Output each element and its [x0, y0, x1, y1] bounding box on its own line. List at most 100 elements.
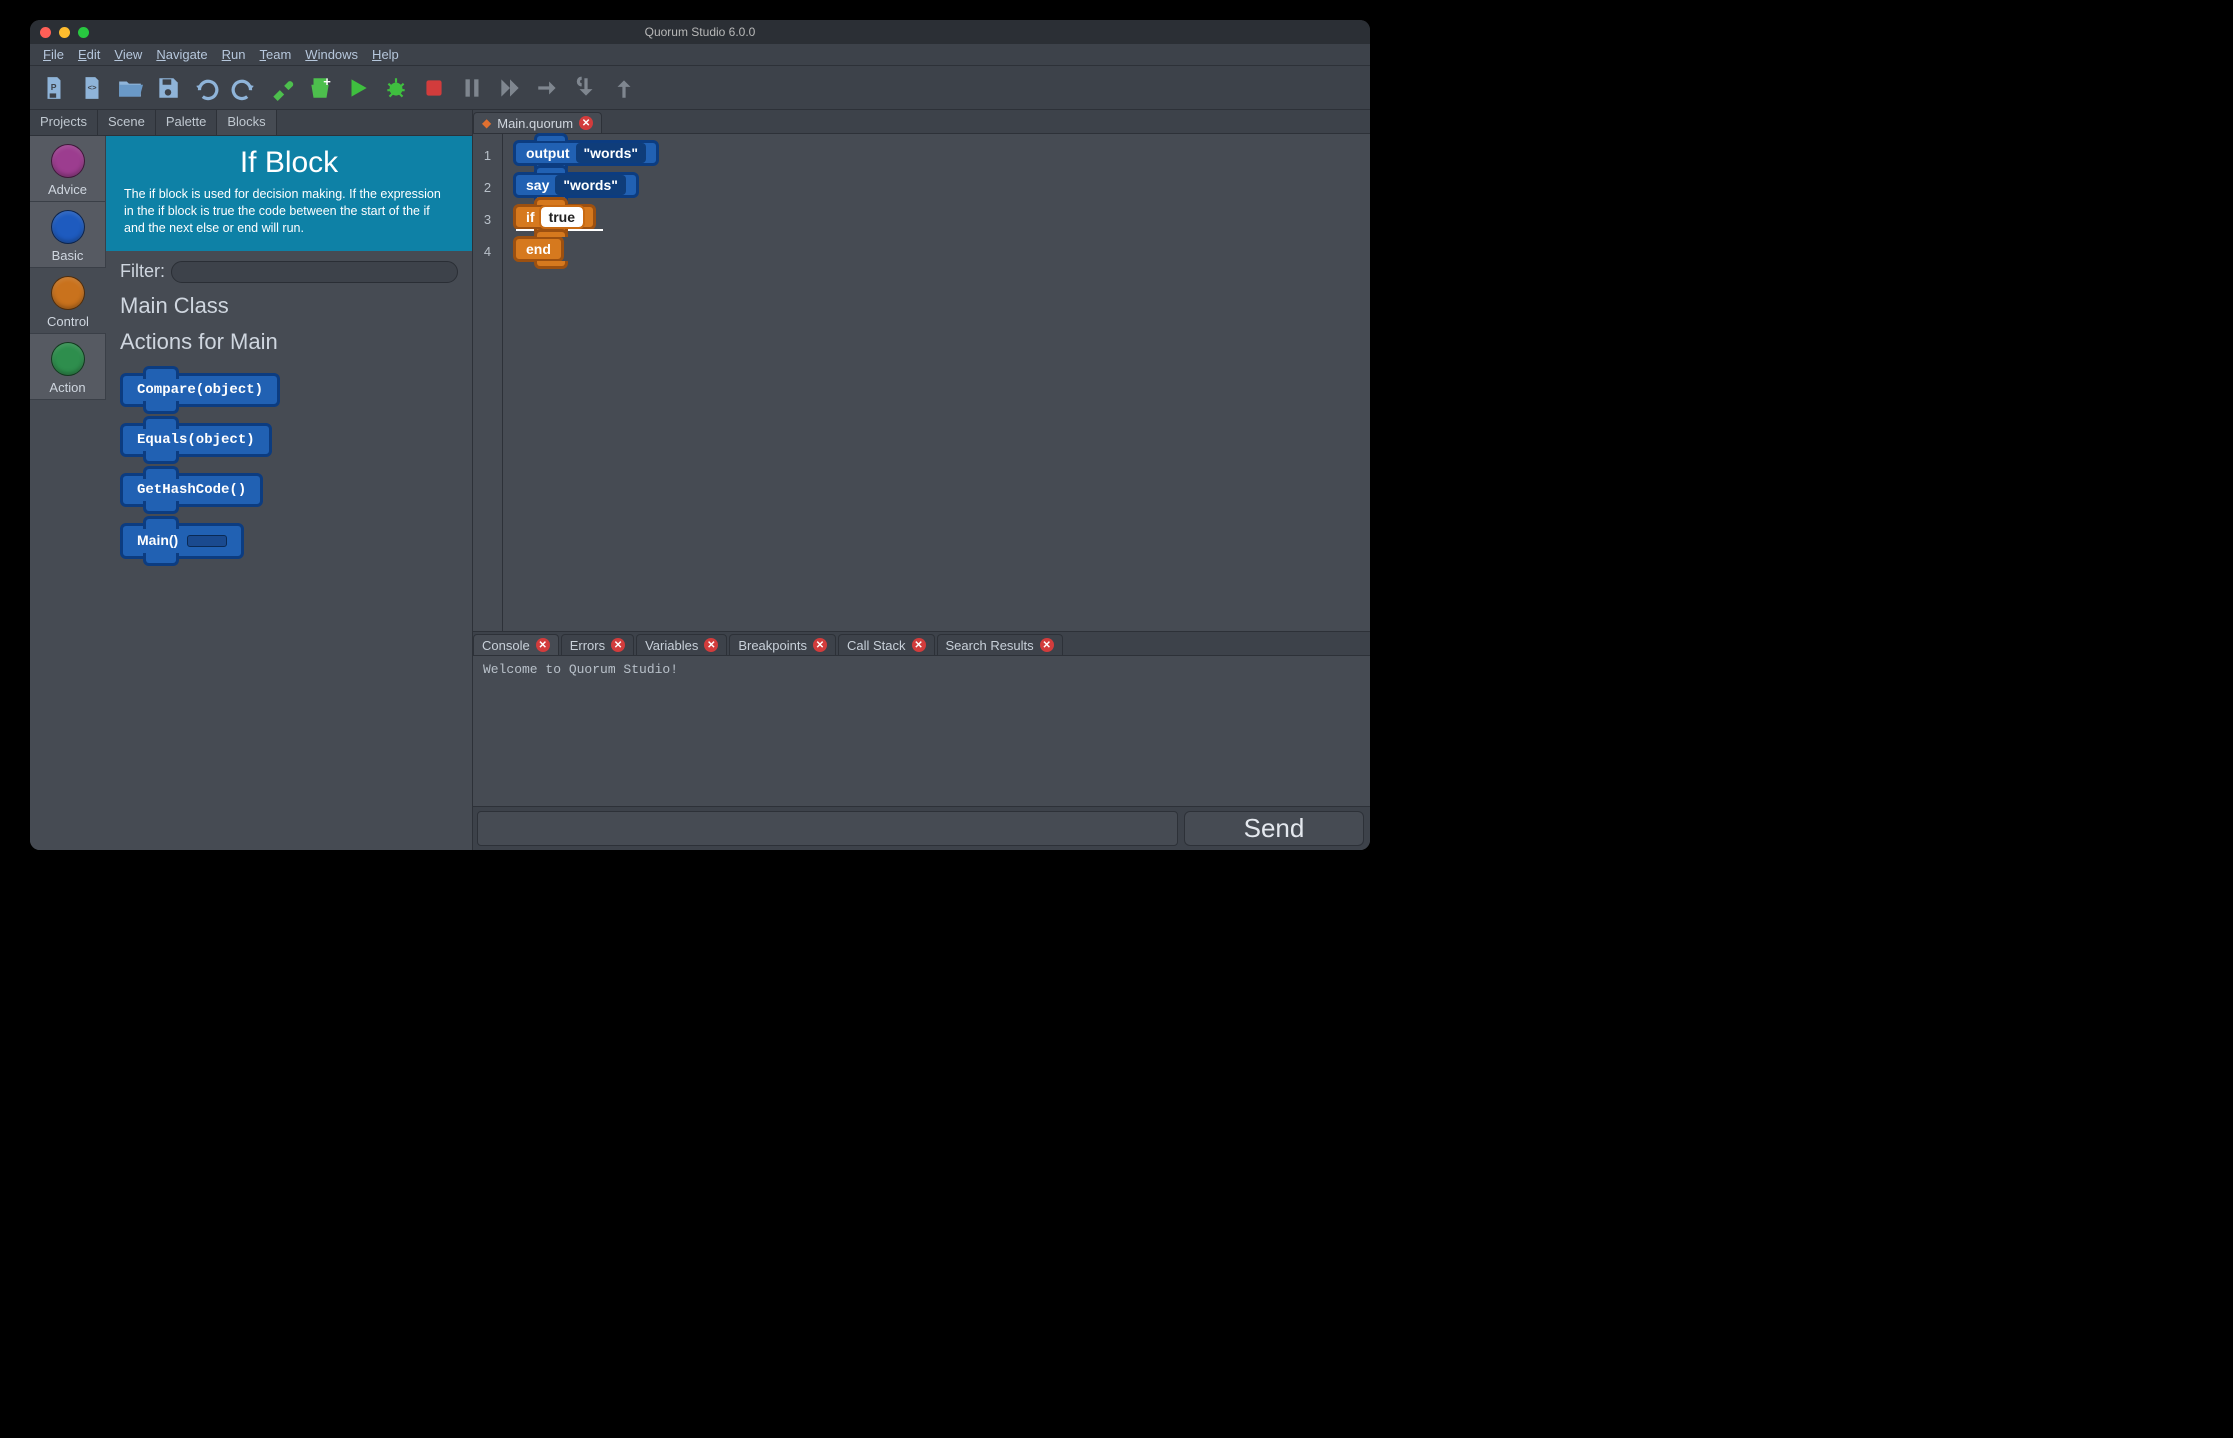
window-title: Quorum Studio 6.0.0	[30, 25, 1370, 39]
block-value[interactable]: "words"	[576, 143, 647, 163]
build-icon[interactable]	[268, 74, 296, 102]
open-folder-icon[interactable]	[116, 74, 144, 102]
toolbar: P <> +	[30, 66, 1370, 110]
tab-projects[interactable]: Projects	[30, 110, 98, 135]
undo-icon[interactable]	[192, 74, 220, 102]
close-icon[interactable]: ✕	[912, 638, 926, 652]
stop-icon[interactable]	[420, 74, 448, 102]
close-icon[interactable]: ✕	[536, 638, 550, 652]
step-out-icon[interactable]	[610, 74, 638, 102]
step-over-icon[interactable]	[534, 74, 562, 102]
category-label: Control	[47, 314, 89, 329]
editor-tabs: ◆ Main.quorum ✕	[473, 110, 1370, 134]
line-number: 4	[473, 236, 502, 268]
action-block-compare[interactable]: Compare(object)	[120, 373, 280, 407]
new-project-icon[interactable]: P	[40, 74, 68, 102]
zoom-window-icon[interactable]	[78, 27, 89, 38]
menu-view[interactable]: View	[107, 45, 149, 64]
traffic-lights	[30, 27, 89, 38]
line-number: 1	[473, 140, 502, 172]
block-output[interactable]: output "words"	[513, 140, 659, 166]
category-label: Action	[49, 380, 85, 395]
new-file-icon[interactable]: <>	[78, 74, 106, 102]
close-icon[interactable]: ✕	[611, 638, 625, 652]
step-into-icon[interactable]	[572, 74, 600, 102]
tab-palette[interactable]: Palette	[156, 110, 217, 135]
bottom-tab-label: Call Stack	[847, 638, 906, 653]
close-icon[interactable]: ✕	[1040, 638, 1054, 652]
left-panel-tabs: Projects Scene Palette Blocks	[30, 110, 472, 136]
run-icon[interactable]	[344, 74, 372, 102]
console-input[interactable]	[477, 811, 1178, 846]
send-button[interactable]: Send	[1184, 811, 1364, 846]
line-number: 2	[473, 172, 502, 204]
save-icon[interactable]	[154, 74, 182, 102]
bottom-tab-call-stack[interactable]: Call Stack ✕	[838, 634, 935, 655]
category-control[interactable]: Control	[30, 268, 106, 334]
redo-icon[interactable]	[230, 74, 258, 102]
debug-icon[interactable]	[382, 74, 410, 102]
menu-help[interactable]: Help	[365, 45, 406, 64]
bottom-tab-label: Errors	[570, 638, 605, 653]
menu-edit[interactable]: Edit	[71, 45, 107, 64]
menubar: File Edit View Navigate Run Team Windows…	[30, 44, 1370, 66]
titlebar: Quorum Studio 6.0.0	[30, 20, 1370, 44]
block-end[interactable]: end	[513, 236, 564, 262]
line-gutter: 1 2 3 4	[473, 134, 503, 631]
bottom-tab-search-results[interactable]: Search Results ✕	[937, 634, 1063, 655]
action-block-gethashcode[interactable]: GetHashCode()	[120, 473, 263, 507]
menu-team[interactable]: Team	[253, 45, 299, 64]
info-text: The if block is used for decision making…	[124, 186, 454, 237]
close-tab-icon[interactable]: ✕	[579, 116, 593, 130]
pause-icon[interactable]	[458, 74, 486, 102]
tab-blocks[interactable]: Blocks	[217, 110, 276, 135]
svg-text:+: +	[323, 75, 331, 89]
main-body: Projects Scene Palette Blocks Advice Bas…	[30, 110, 1370, 850]
minimize-window-icon[interactable]	[59, 27, 70, 38]
palette-body: If Block The if block is used for decisi…	[106, 136, 472, 850]
heading-actions-for-main: Actions for Main	[120, 329, 458, 355]
category-label: Basic	[52, 248, 84, 263]
bottom-tab-breakpoints[interactable]: Breakpoints ✕	[729, 634, 836, 655]
filter-row: Filter:	[120, 261, 458, 283]
block-if[interactable]: if true	[513, 204, 596, 230]
action-block-main[interactable]: Main()	[120, 523, 244, 559]
block-value[interactable]: "words"	[555, 175, 626, 195]
left-body: Advice Basic Control Action	[30, 136, 472, 850]
bottom-tab-variables[interactable]: Variables ✕	[636, 634, 727, 655]
editor-tab-label: Main.quorum	[497, 116, 573, 131]
app-window: Quorum Studio 6.0.0 File Edit View Navig…	[30, 20, 1370, 850]
editor-area: 1 2 3 4 output "words"	[473, 134, 1370, 632]
bottom-tab-console[interactable]: Console ✕	[473, 634, 559, 655]
heading-main-class: Main Class	[120, 293, 458, 319]
filter-input[interactable]	[171, 261, 458, 283]
palette-content: Filter: Main Class Actions for Main Comp…	[106, 251, 472, 850]
code-canvas[interactable]: output "words" say "words"	[503, 134, 1370, 631]
category-label: Advice	[48, 182, 87, 197]
console-output: Welcome to Quorum Studio!	[473, 656, 1370, 806]
block-say[interactable]: say "words"	[513, 172, 639, 198]
clean-build-icon[interactable]: +	[306, 74, 334, 102]
bottom-tab-label: Search Results	[946, 638, 1034, 653]
block-condition[interactable]: true	[541, 207, 583, 227]
close-icon[interactable]: ✕	[704, 638, 718, 652]
console-input-row: Send	[473, 806, 1370, 850]
continue-icon[interactable]	[496, 74, 524, 102]
action-block-equals[interactable]: Equals(object)	[120, 423, 272, 457]
right-panel: ◆ Main.quorum ✕ 1 2 3 4 output	[473, 110, 1370, 850]
tab-scene[interactable]: Scene	[98, 110, 156, 135]
category-action[interactable]: Action	[30, 334, 106, 400]
menu-windows[interactable]: Windows	[298, 45, 365, 64]
action-color-icon	[51, 342, 85, 376]
bottom-tab-errors[interactable]: Errors ✕	[561, 634, 634, 655]
svg-text:P: P	[51, 82, 57, 92]
editor-tab-main[interactable]: ◆ Main.quorum ✕	[473, 112, 602, 133]
menu-run[interactable]: Run	[215, 45, 253, 64]
category-advice[interactable]: Advice	[30, 136, 106, 202]
menu-file[interactable]: File	[36, 45, 71, 64]
category-basic[interactable]: Basic	[30, 202, 106, 268]
close-icon[interactable]: ✕	[813, 638, 827, 652]
bottom-tab-label: Breakpoints	[738, 638, 807, 653]
close-window-icon[interactable]	[40, 27, 51, 38]
menu-navigate[interactable]: Navigate	[149, 45, 214, 64]
